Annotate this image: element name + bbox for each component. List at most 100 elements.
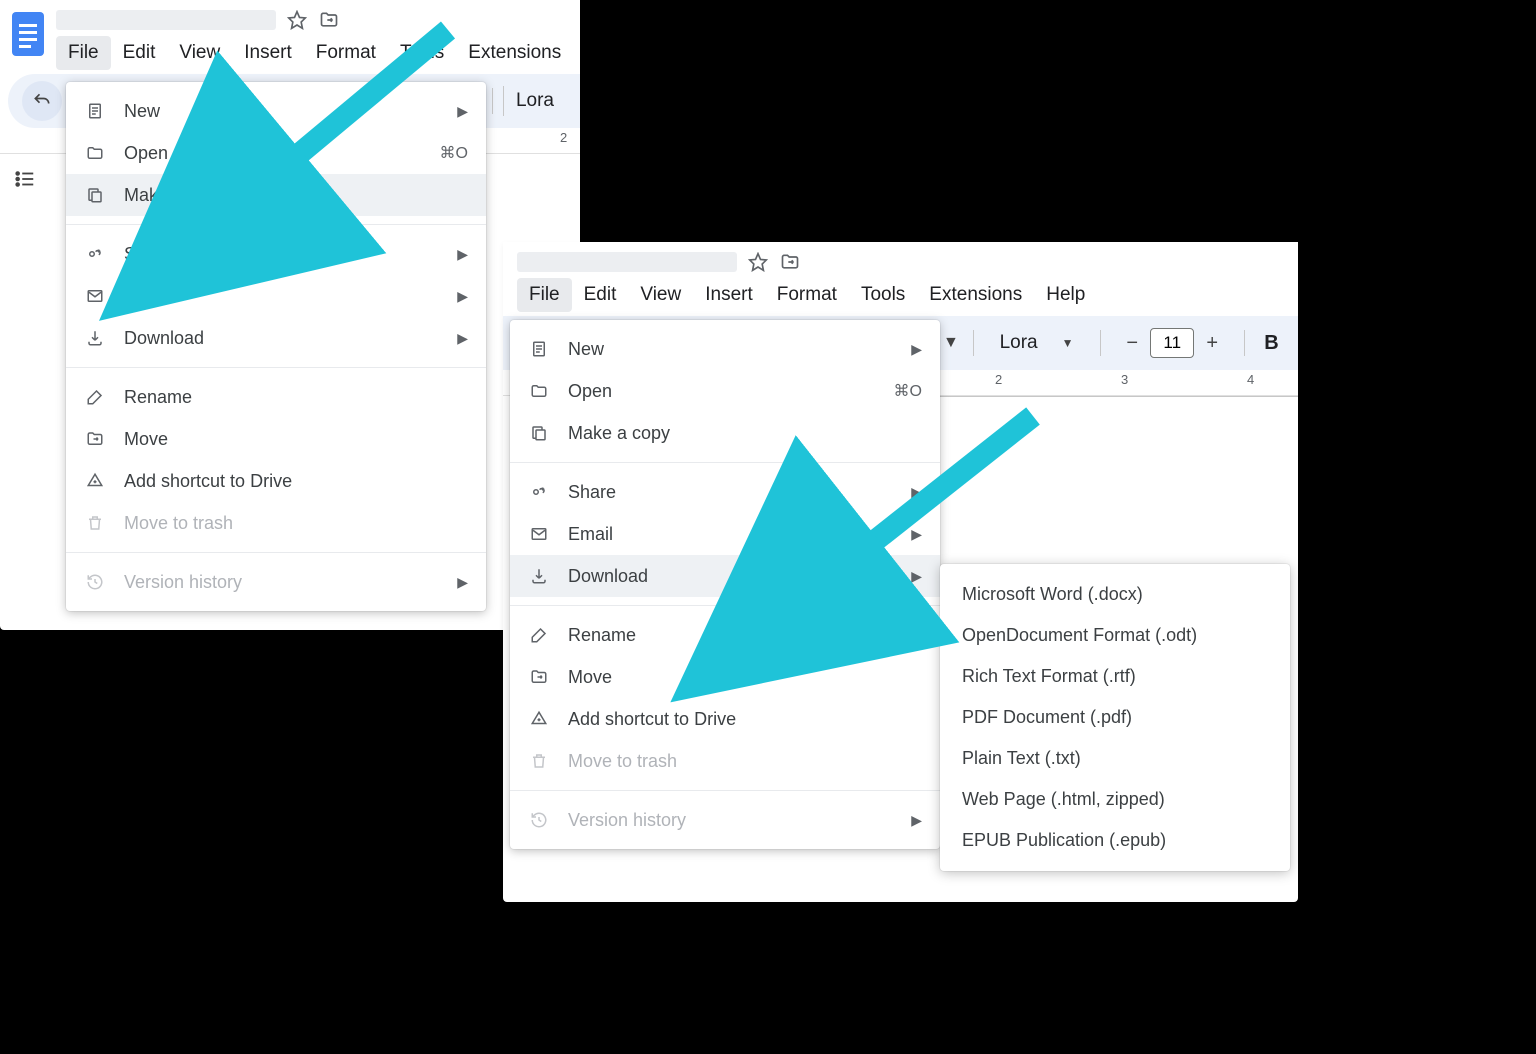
- menu-item-download[interactable]: Download ▶: [66, 317, 486, 359]
- menu-item-rename[interactable]: Rename: [66, 376, 486, 418]
- page-icon: [84, 100, 106, 122]
- menu-item-version-history[interactable]: Version history ▶: [510, 799, 940, 841]
- font-family-select[interactable]: Lora ▼: [988, 328, 1086, 358]
- rename-icon: [528, 624, 550, 646]
- ruler-tick-3: 3: [1121, 372, 1128, 387]
- window-a: File Edit View Insert Format Tools Exten…: [0, 0, 580, 630]
- copy-icon: [528, 422, 550, 444]
- font-name-label: Lora: [516, 90, 554, 112]
- menu-edit[interactable]: Edit: [572, 278, 629, 312]
- increase-size-button[interactable]: +: [1194, 327, 1230, 359]
- separator: [510, 462, 940, 463]
- download-epub[interactable]: EPUB Publication (.epub): [940, 820, 1290, 861]
- download-txt[interactable]: Plain Text (.txt): [940, 738, 1290, 779]
- chevron-right-icon: ▶: [457, 574, 468, 591]
- menu-file[interactable]: File: [517, 278, 572, 312]
- label: New: [124, 101, 439, 122]
- font-size-input[interactable]: [1150, 328, 1194, 358]
- titlebar: File Edit View Insert Format Tools Exten…: [503, 242, 1298, 312]
- menu-item-version-history[interactable]: Version history ▶: [66, 561, 486, 603]
- chevron-right-icon: ▶: [457, 288, 468, 305]
- label: Make a copy: [124, 185, 468, 206]
- undo-button[interactable]: [22, 81, 62, 121]
- menu-view[interactable]: View: [628, 278, 693, 312]
- menu-item-rename[interactable]: Rename: [510, 614, 940, 656]
- move-icon: [528, 666, 550, 688]
- menu-item-download[interactable]: Download ▶: [510, 555, 940, 597]
- drive-shortcut-icon: [84, 470, 106, 492]
- shortcut: ⌘O: [440, 143, 468, 163]
- menu-tools[interactable]: Tools: [849, 278, 917, 312]
- ruler-tick-2: 2: [560, 130, 567, 145]
- menu-item-add-shortcut[interactable]: Add shortcut to Drive: [66, 460, 486, 502]
- rename-icon: [84, 386, 106, 408]
- outline-button[interactable]: [0, 154, 44, 195]
- menu-item-open[interactable]: Open ⌘O: [510, 370, 940, 412]
- bold-button[interactable]: B: [1259, 332, 1284, 355]
- doc-title-placeholder[interactable]: [56, 10, 276, 30]
- menu-tools[interactable]: Tools: [388, 36, 456, 70]
- font-family-select[interactable]: Lora: [503, 86, 566, 116]
- menu-item-share[interactable]: Share ▶: [66, 233, 486, 275]
- decrease-size-button[interactable]: −: [1114, 327, 1150, 359]
- star-icon[interactable]: [286, 9, 308, 31]
- download-docx[interactable]: Microsoft Word (.docx): [940, 574, 1290, 615]
- docs-logo-icon[interactable]: [10, 6, 46, 62]
- download-icon: [528, 565, 550, 587]
- email-icon: [84, 285, 106, 307]
- label: Move: [568, 667, 922, 688]
- menu-format[interactable]: Format: [304, 36, 388, 70]
- download-odt[interactable]: OpenDocument Format (.odt): [940, 615, 1290, 656]
- menu-item-move[interactable]: Move: [66, 418, 486, 460]
- menu-format[interactable]: Format: [765, 278, 849, 312]
- menu-extensions[interactable]: Extensions: [456, 36, 573, 70]
- menu-item-make-a-copy[interactable]: Make a copy: [66, 174, 486, 216]
- menu-insert[interactable]: Insert: [232, 36, 304, 70]
- menu-item-new[interactable]: New ▶: [510, 328, 940, 370]
- label: Download: [124, 328, 439, 349]
- divider: [1244, 330, 1245, 356]
- menu-item-open[interactable]: Open ⌘O: [66, 132, 486, 174]
- chevron-right-icon: ▶: [911, 484, 922, 501]
- font-size-group: − +: [1114, 327, 1230, 359]
- download-html[interactable]: Web Page (.html, zipped): [940, 779, 1290, 820]
- download-submenu: Microsoft Word (.docx) OpenDocument Form…: [940, 564, 1290, 871]
- doc-title-placeholder[interactable]: [517, 252, 737, 272]
- ruler-tick-4: 4: [1247, 372, 1254, 387]
- menu-item-email[interactable]: Email ▶: [510, 513, 940, 555]
- trash-icon: [528, 750, 550, 772]
- menu-insert[interactable]: Insert: [693, 278, 765, 312]
- menu-item-trash: Move to trash: [66, 502, 486, 544]
- folder-icon: [84, 142, 106, 164]
- dropdown-caret-icon[interactable]: ▼: [943, 334, 959, 352]
- file-menu: New ▶ Open ⌘O Make a copy Share ▶ Email …: [66, 82, 486, 611]
- menu-item-email[interactable]: Email ▶: [66, 275, 486, 317]
- menu-help[interactable]: Help: [1034, 278, 1097, 312]
- label: Email: [568, 524, 893, 545]
- chevron-right-icon: ▶: [911, 812, 922, 829]
- menu-file[interactable]: File: [56, 36, 111, 70]
- move-folder-icon[interactable]: [318, 9, 340, 31]
- download-rtf[interactable]: Rich Text Format (.rtf): [940, 656, 1290, 697]
- label: Email: [124, 286, 439, 307]
- download-pdf[interactable]: PDF Document (.pdf): [940, 697, 1290, 738]
- history-icon: [528, 809, 550, 831]
- copy-icon: [84, 184, 106, 206]
- menu-item-make-a-copy[interactable]: Make a copy: [510, 412, 940, 454]
- menu-view[interactable]: View: [167, 36, 232, 70]
- divider: [1100, 330, 1101, 356]
- menu-edit[interactable]: Edit: [111, 36, 168, 70]
- menu-item-new[interactable]: New ▶: [66, 90, 486, 132]
- share-icon: [528, 481, 550, 503]
- move-folder-icon[interactable]: [779, 251, 801, 273]
- star-icon[interactable]: [747, 251, 769, 273]
- menu-extensions[interactable]: Extensions: [917, 278, 1034, 312]
- label: Open: [124, 143, 422, 164]
- label: Share: [568, 482, 893, 503]
- label: Add shortcut to Drive: [124, 471, 468, 492]
- menu-item-add-shortcut[interactable]: Add shortcut to Drive: [510, 698, 940, 740]
- email-icon: [528, 523, 550, 545]
- separator: [66, 552, 486, 553]
- menu-item-share[interactable]: Share ▶: [510, 471, 940, 513]
- menu-item-move[interactable]: Move: [510, 656, 940, 698]
